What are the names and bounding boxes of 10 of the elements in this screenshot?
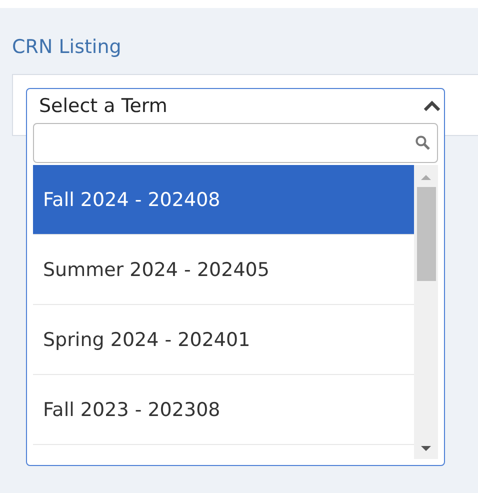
scrollbar[interactable] [414, 165, 438, 459]
scrollbar-thumb[interactable] [416, 187, 436, 281]
search-field[interactable] [33, 123, 438, 163]
term-option[interactable]: Fall 2024 - 202408 [33, 165, 414, 235]
caret-icon[interactable] [423, 100, 441, 112]
scroll-up-icon[interactable] [420, 173, 432, 181]
page-title: CRN Listing [12, 36, 122, 60]
search-icon [415, 135, 431, 151]
scroll-down-icon[interactable] [420, 445, 432, 453]
dropdown-label[interactable]: Select a Term [39, 95, 168, 117]
